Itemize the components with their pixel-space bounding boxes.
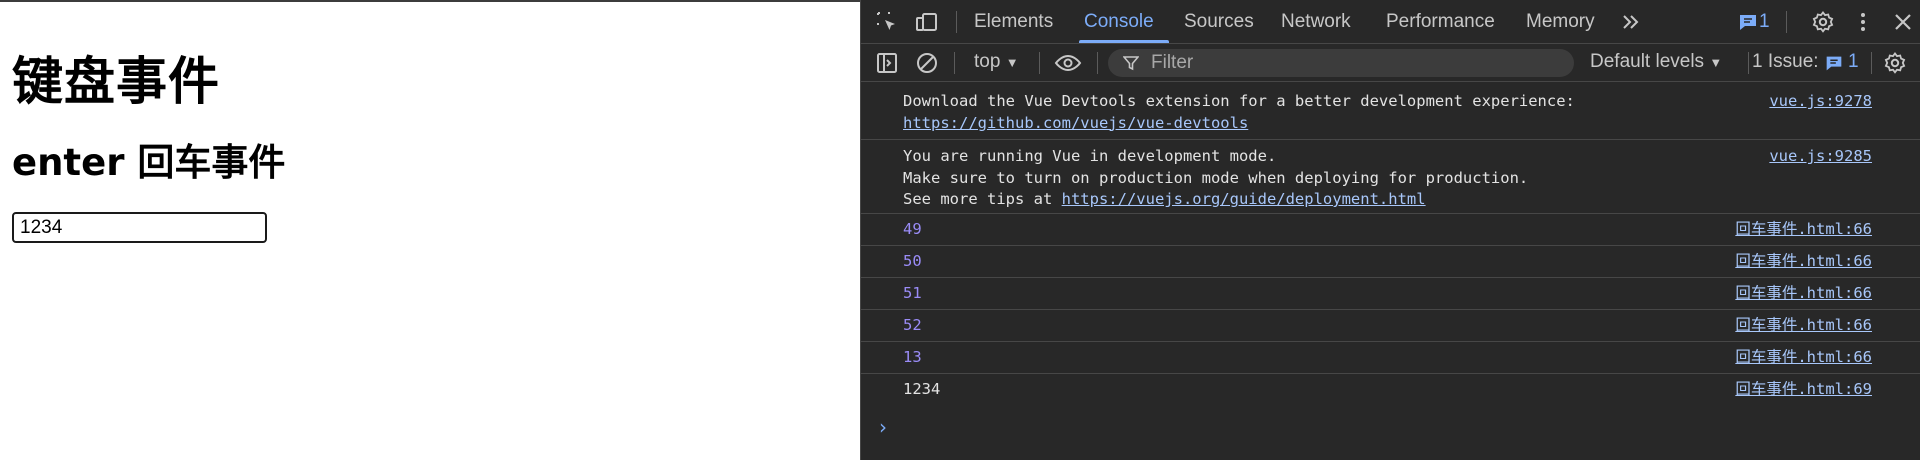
message-text: Make sure to turn on production mode whe…: [903, 168, 1529, 187]
toolbar-divider: [1039, 52, 1040, 74]
tab-memory[interactable]: Memory: [1526, 11, 1595, 33]
message-text: You are running Vue in development mode.: [903, 147, 1277, 165]
device-toolbar-icon[interactable]: [915, 10, 939, 34]
dropdown-arrow-icon: ▼: [1005, 55, 1019, 70]
console-message: 49 回车事件.html:66: [861, 214, 1920, 246]
log-levels-label: Default levels: [1590, 51, 1705, 72]
context-label: top: [974, 51, 1001, 72]
tab-sources[interactable]: Sources: [1184, 11, 1254, 33]
source-link[interactable]: vue.js:9285: [1769, 146, 1872, 168]
tab-elements[interactable]: Elements: [974, 11, 1053, 33]
dropdown-arrow-icon: ▼: [1709, 55, 1723, 70]
more-tabs-icon[interactable]: [1619, 10, 1643, 34]
settings-gear-icon[interactable]: [1811, 10, 1835, 34]
console-message: 13 回车事件.html:66: [861, 342, 1920, 374]
issues-message-icon[interactable]: [1823, 52, 1847, 76]
tab-console[interactable]: Console: [1084, 11, 1154, 33]
devtools-panel: Elements Console Sources Network Perform…: [860, 0, 1920, 460]
log-value: 50: [903, 252, 922, 270]
clear-console-icon[interactable]: [915, 51, 939, 75]
source-link[interactable]: 回车事件.html:66: [1735, 251, 1872, 273]
issues-badge-count[interactable]: 1: [1759, 11, 1770, 33]
issues-count[interactable]: 1: [1848, 51, 1859, 73]
log-levels-dropdown[interactable]: Default levels ▼: [1590, 51, 1722, 73]
log-value: 52: [903, 316, 922, 334]
console-message: 51 回车事件.html:66: [861, 278, 1920, 310]
console-message: You are running Vue in development mode.…: [861, 140, 1920, 214]
issues-label[interactable]: 1 Issue:: [1752, 51, 1819, 73]
source-link[interactable]: 回车事件.html:69: [1735, 379, 1872, 401]
text-input[interactable]: [12, 212, 267, 243]
message-link[interactable]: https://vuejs.org/guide/deployment.html: [1062, 190, 1426, 208]
source-link[interactable]: 回车事件.html:66: [1735, 347, 1872, 369]
tab-network[interactable]: Network: [1281, 11, 1351, 33]
devtools-tab-bar: Elements Console Sources Network Perform…: [861, 0, 1920, 44]
web-page: 键盘事件 enter 回车事件: [0, 0, 860, 460]
message-text: See more tips at: [903, 190, 1062, 208]
chevron-right-icon[interactable]: ›: [879, 415, 887, 439]
filter-funnel-icon: [1123, 56, 1139, 71]
filter-input[interactable]: Filter: [1108, 49, 1574, 77]
active-tab-indicator: [1079, 40, 1169, 43]
source-link[interactable]: 回车事件.html:66: [1735, 283, 1872, 305]
log-value: 49: [903, 220, 922, 238]
page-subheading: enter 回车事件: [12, 141, 286, 184]
console-message: 1234 回车事件.html:69: [861, 374, 1920, 406]
source-link[interactable]: 回车事件.html:66: [1735, 219, 1872, 241]
toolbar-divider: [954, 52, 955, 74]
toolbar-divider: [1786, 11, 1787, 33]
console-toolbar: top ▼ Filter Default levels ▼ 1 Issue: 1: [861, 44, 1920, 82]
log-value: 13: [903, 348, 922, 366]
console-message: 52 回车事件.html:66: [861, 310, 1920, 342]
inspect-element-icon[interactable]: [875, 10, 899, 34]
context-selector[interactable]: top ▼: [974, 51, 1019, 73]
source-link[interactable]: vue.js:9278: [1769, 91, 1872, 113]
message-text: Download the Vue Devtools extension for …: [903, 92, 1575, 110]
console-settings-gear-icon[interactable]: [1883, 51, 1907, 75]
toolbar-divider: [1748, 52, 1749, 74]
console-message: 50 回车事件.html:66: [861, 246, 1920, 278]
filter-placeholder: Filter: [1151, 52, 1194, 73]
toolbar-divider: [1097, 52, 1098, 74]
issues-message-icon[interactable]: [1736, 10, 1760, 34]
page-heading: 键盘事件: [12, 53, 221, 112]
toolbar-divider: [956, 11, 957, 33]
log-value: 1234: [903, 380, 941, 398]
console-message: Download the Vue Devtools extension for …: [861, 83, 1920, 140]
sidebar-toggle-icon[interactable]: [875, 51, 899, 75]
toolbar-divider: [1871, 52, 1872, 74]
tab-performance[interactable]: Performance: [1386, 11, 1495, 33]
live-expression-eye-icon[interactable]: [1054, 51, 1082, 75]
kebab-menu-icon[interactable]: [1851, 10, 1875, 34]
close-icon[interactable]: [1891, 10, 1915, 34]
log-value: 51: [903, 284, 922, 302]
source-link[interactable]: 回车事件.html:66: [1735, 315, 1872, 337]
message-link[interactable]: https://github.com/vuejs/vue-devtools: [903, 114, 1248, 132]
